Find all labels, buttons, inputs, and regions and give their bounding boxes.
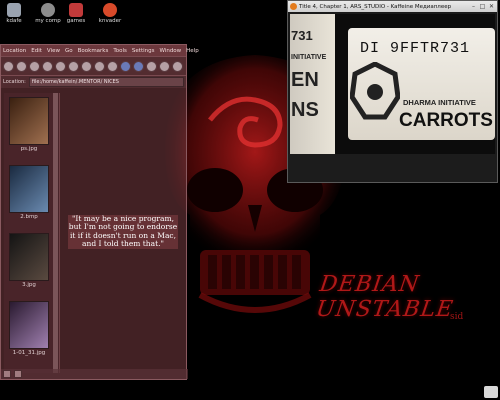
menu-bookmarks[interactable]: Bookmarks [78, 48, 109, 54]
menu-settings[interactable]: Settings [132, 48, 155, 54]
file-item[interactable]: 3.jpg [9, 233, 49, 288]
icon-view-icon[interactable] [120, 60, 131, 72]
video-right-panel: DI 9FFTR731 DHARMA INITIATIVE CARROTS [348, 28, 495, 140]
settings-icon[interactable] [172, 60, 183, 72]
file-item[interactable]: 2.bmp [9, 165, 49, 220]
file-name: 2.bmp [20, 214, 38, 220]
menu-location[interactable]: Location [3, 48, 26, 54]
file-name: 1-01_31.jpg [12, 350, 46, 356]
taskbar [0, 380, 500, 400]
video-player-window[interactable]: Title 4, Chapter 1, ARS_STUDIO - Kaffein… [287, 0, 498, 183]
menu-window[interactable]: Window [159, 48, 181, 54]
maximize-icon[interactable]: □ [479, 3, 486, 10]
close-icon[interactable]: ✕ [488, 3, 495, 10]
scene-barcode: DI 9FFTR731 [360, 40, 471, 57]
thumbnail-column: ps.jpg 2.bmp 3.jpg 1-01_31.jpg [4, 93, 60, 373]
scene-text: INITIATIVE [291, 54, 327, 61]
kaffeine-icon [290, 3, 297, 10]
minimize-icon[interactable]: – [470, 3, 477, 10]
computer-icon [41, 3, 55, 17]
title-bar[interactable]: Title 4, Chapter 1, ARS_STUDIO - Kaffein… [288, 1, 497, 12]
home-folder-icon [7, 3, 21, 17]
paste-icon[interactable] [107, 60, 118, 72]
copy-icon[interactable] [94, 60, 105, 72]
wallpaper-text: DEBIAN UNSTABLE [314, 272, 456, 322]
thumbnail-image [9, 233, 49, 281]
status-bar [1, 369, 188, 379]
thumbnail-image [9, 301, 49, 349]
video-left-panel: 731 INITIATIVE EN NS [290, 14, 335, 154]
thumbnail-image [9, 165, 49, 213]
wallpaper-subtext: sid [450, 312, 464, 322]
list-view-icon[interactable] [133, 60, 144, 72]
file-manager-window[interactable]: Location Edit View Go Bookmarks Tools Se… [0, 44, 199, 380]
file-name: ps.jpg [20, 146, 38, 152]
thumbnail-image [9, 97, 49, 145]
quote-text: "It may be a nice program, but I'm not g… [68, 214, 178, 249]
location-input[interactable]: file:/home/kaffein/.MENTOR/ NICES [28, 77, 184, 87]
scene-dharma: DHARMA INITIATIVE [403, 98, 476, 107]
dharma-logo-icon [350, 62, 400, 120]
scene-text: NS [291, 99, 319, 121]
menu-go[interactable]: Go [65, 48, 73, 54]
split-view-icon[interactable] [3, 370, 11, 378]
desktop-icon-label: knvader [98, 18, 122, 24]
games-icon [69, 3, 83, 17]
home-icon[interactable] [42, 60, 53, 72]
desktop-icon-knvader[interactable]: knvader [90, 3, 130, 24]
reload-icon[interactable] [55, 60, 66, 72]
video-frame[interactable]: 731 INITIATIVE EN NS DI 9FFTR731 DHARMA … [290, 14, 495, 154]
menu-edit[interactable]: Edit [31, 48, 42, 54]
zoom-in-icon[interactable] [146, 60, 157, 72]
scene-carrots: CARROTS [399, 110, 493, 131]
scene-text: 731 [291, 28, 313, 43]
toolbar [1, 56, 186, 75]
cut-icon[interactable] [81, 60, 92, 72]
zoom-out-icon[interactable] [159, 60, 170, 72]
location-label: Location: [3, 79, 26, 85]
knvader-icon [103, 3, 117, 17]
lock-icon[interactable] [14, 370, 22, 378]
menu-view[interactable]: View [47, 48, 60, 54]
file-item[interactable]: ps.jpg [9, 97, 49, 152]
file-name: 3.jpg [22, 282, 36, 288]
menu-bar: Location Edit View Go Bookmarks Tools Se… [1, 45, 199, 56]
player-controls[interactable] [288, 154, 497, 182]
file-item[interactable]: 1-01_31.jpg [9, 301, 49, 356]
menu-help[interactable]: Help [186, 48, 199, 54]
menu-tools[interactable]: Tools [113, 48, 127, 54]
system-tray-icon[interactable] [484, 386, 498, 398]
window-title: Title 4, Chapter 1, ARS_STUDIO - Kaffein… [299, 3, 452, 10]
forward-icon[interactable] [29, 60, 40, 72]
back-icon[interactable] [16, 60, 27, 72]
up-icon[interactable] [3, 60, 14, 72]
scrollbar[interactable] [53, 93, 58, 373]
location-bar: Location: file:/home/kaffein/.MENTOR/ NI… [1, 75, 186, 88]
scene-text: EN [291, 69, 319, 91]
stop-icon[interactable] [68, 60, 79, 72]
